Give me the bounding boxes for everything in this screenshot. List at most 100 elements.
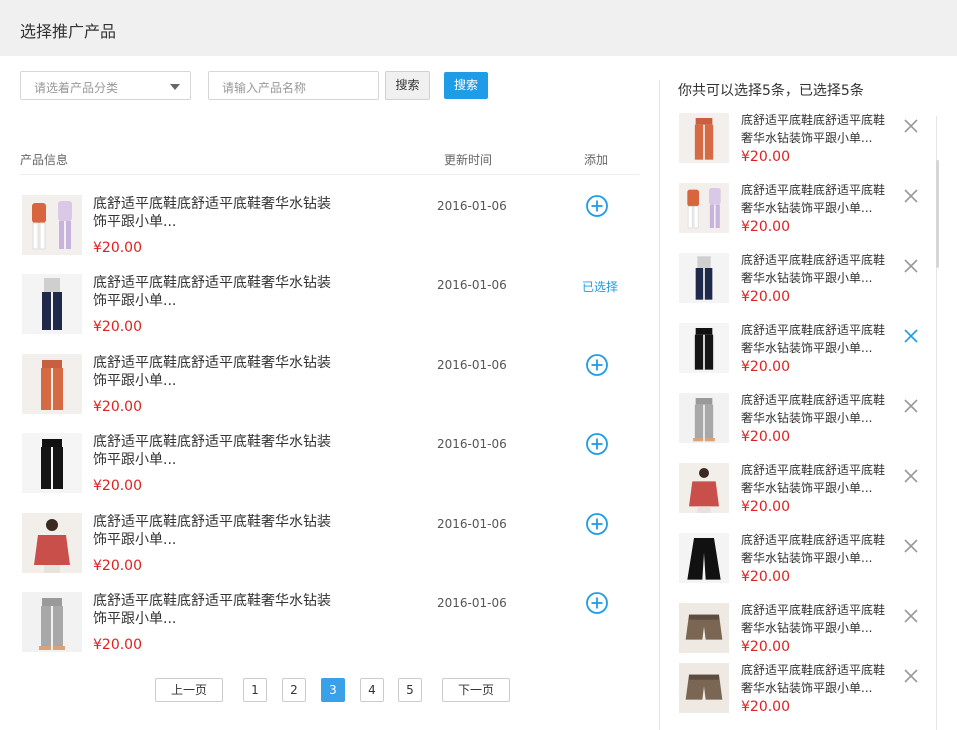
close-icon[interactable]	[904, 609, 918, 623]
selected-item-price: ¥20.00	[741, 359, 790, 375]
product-thumbnail[interactable]	[22, 195, 82, 255]
product-thumbnail[interactable]	[22, 433, 82, 493]
panel-scrollbar[interactable]	[936, 160, 939, 268]
chevron-down-icon	[170, 84, 180, 90]
product-price: ¥20.00	[93, 319, 142, 335]
product-name[interactable]: 底舒适平底鞋底舒适平底鞋奢华水钻装饰平跟小单...	[93, 513, 343, 549]
product-thumbnail[interactable]	[22, 592, 82, 652]
selected-item-thumbnail	[679, 533, 729, 583]
selected-status-label: 已选择	[582, 280, 619, 294]
panel-divider	[659, 80, 660, 730]
page-title: 选择推广产品	[20, 22, 117, 41]
selected-item: 底舒适平底鞋底舒适平底鞋奢华水钻装饰平跟小单... ¥20.00	[678, 663, 928, 723]
update-date: 2016-01-06	[437, 596, 507, 610]
close-icon[interactable]	[904, 189, 918, 203]
product-thumbnail[interactable]	[22, 354, 82, 414]
table-row: 底舒适平底鞋底舒适平底鞋奢华水钻装饰平跟小单... ¥20.00 2016-01-0…	[20, 513, 640, 583]
selected-item-name: 底舒适平底鞋底舒适平底鞋奢华水钻装饰平跟小单...	[741, 323, 886, 355]
product-name[interactable]: 底舒适平底鞋底舒适平底鞋奢华水钻装饰平跟小单...	[93, 354, 343, 390]
page-3-button[interactable]: 3	[321, 678, 345, 702]
page-header: 选择推广产品	[0, 0, 957, 56]
selected-item-price: ¥20.00	[741, 289, 790, 305]
selected-item: 底舒适平底鞋底舒适平底鞋奢华水钻装饰平跟小单... ¥20.00	[678, 603, 928, 663]
product-price: ¥20.00	[93, 558, 142, 574]
product-thumbnail[interactable]	[22, 513, 82, 573]
product-price: ¥20.00	[93, 399, 142, 415]
page-5-button[interactable]: 5	[398, 678, 422, 702]
product-thumbnail[interactable]	[22, 274, 82, 334]
close-icon[interactable]	[904, 399, 918, 413]
column-header-add: 添加	[584, 153, 609, 167]
close-icon[interactable]	[904, 119, 918, 133]
prev-page-button[interactable]: 上一页	[155, 678, 223, 702]
product-price: ¥20.00	[93, 240, 142, 256]
add-circle-icon[interactable]	[585, 353, 609, 377]
product-name-input[interactable]: 请输入产品名称	[208, 71, 379, 100]
selected-item-name: 底舒适平底鞋底舒适平底鞋奢华水钻装饰平跟小单...	[741, 183, 886, 215]
add-circle-icon[interactable]	[585, 432, 609, 456]
product-price: ¥20.00	[93, 637, 142, 653]
table-row: 底舒适平底鞋底舒适平底鞋奢华水钻装饰平跟小单... ¥20.00 2016-01-0…	[20, 354, 640, 424]
close-icon[interactable]	[904, 469, 918, 483]
table-header-divider	[20, 174, 639, 175]
product-name[interactable]: 底舒适平底鞋底舒适平底鞋奢华水钻装饰平跟小单...	[93, 433, 343, 469]
selected-item-thumbnail	[679, 323, 729, 373]
page-4-button[interactable]: 4	[360, 678, 384, 702]
category-select[interactable]: 请选着产品分类	[20, 71, 191, 100]
search-button-secondary[interactable]: 搜索	[385, 71, 430, 100]
selected-count-title: 你共可以选择5条，已选择5条	[678, 83, 864, 99]
add-circle-icon[interactable]	[585, 512, 609, 536]
product-name[interactable]: 底舒适平底鞋底舒适平底鞋奢华水钻装饰平跟小单...	[93, 592, 343, 628]
selected-item: 底舒适平底鞋底舒适平底鞋奢华水钻装饰平跟小单... ¥20.00	[678, 253, 928, 313]
column-header-info: 产品信息	[20, 153, 69, 167]
selected-item-thumbnail	[679, 663, 729, 713]
product-name[interactable]: 底舒适平底鞋底舒适平底鞋奢华水钻装饰平跟小单...	[93, 195, 343, 231]
selected-item-price: ¥20.00	[741, 639, 790, 655]
selected-item-price: ¥20.00	[741, 429, 790, 445]
add-circle-icon[interactable]	[585, 591, 609, 615]
table-row: 底舒适平底鞋底舒适平底鞋奢华水钻装饰平跟小单... ¥20.00 2016-01-0…	[20, 592, 640, 662]
selected-item-thumbnail	[679, 393, 729, 443]
product-price: ¥20.00	[93, 478, 142, 494]
update-date: 2016-01-06	[437, 278, 507, 292]
selected-item-name: 底舒适平底鞋底舒适平底鞋奢华水钻装饰平跟小单...	[741, 113, 886, 145]
update-date: 2016-01-06	[437, 199, 507, 213]
search-button-primary[interactable]: 搜索	[444, 72, 488, 99]
selected-item-thumbnail	[679, 253, 729, 303]
selected-item-price: ¥20.00	[741, 149, 790, 165]
selected-item-name: 底舒适平底鞋底舒适平底鞋奢华水钻装饰平跟小单...	[741, 663, 886, 695]
update-date: 2016-01-06	[437, 358, 507, 372]
selected-item-price: ¥20.00	[741, 219, 790, 235]
product-name-placeholder: 请输入产品名称	[222, 81, 307, 95]
page-1-button[interactable]: 1	[243, 678, 267, 702]
page-2-button[interactable]: 2	[282, 678, 306, 702]
table-row: 底舒适平底鞋底舒适平底鞋奢华水钻装饰平跟小单... ¥20.00 2016-01-0…	[20, 433, 640, 503]
selected-item-thumbnail	[679, 183, 729, 233]
update-date: 2016-01-06	[437, 437, 507, 451]
selected-item-name: 底舒适平底鞋底舒适平底鞋奢华水钻装饰平跟小单...	[741, 533, 886, 565]
selected-item: 底舒适平底鞋底舒适平底鞋奢华水钻装饰平跟小单... ¥20.00	[678, 183, 928, 243]
category-select-placeholder: 请选着产品分类	[34, 81, 119, 95]
selected-item-name: 底舒适平底鞋底舒适平底鞋奢华水钻装饰平跟小单...	[741, 603, 886, 635]
add-circle-icon[interactable]	[585, 194, 609, 218]
close-icon[interactable]	[904, 669, 918, 683]
selected-item-thumbnail	[679, 463, 729, 513]
column-header-time: 更新时间	[444, 153, 493, 167]
next-page-button[interactable]: 下一页	[442, 678, 510, 702]
selected-item-name: 底舒适平底鞋底舒适平底鞋奢华水钻装饰平跟小单...	[741, 253, 886, 285]
selected-item-price: ¥20.00	[741, 699, 790, 715]
table-row: 底舒适平底鞋底舒适平底鞋奢华水钻装饰平跟小单... ¥20.00 2016-01-0…	[20, 195, 640, 265]
product-name[interactable]: 底舒适平底鞋底舒适平底鞋奢华水钻装饰平跟小单...	[93, 274, 343, 310]
close-icon[interactable]	[904, 539, 918, 553]
close-icon[interactable]	[904, 259, 918, 273]
selected-item-name: 底舒适平底鞋底舒适平底鞋奢华水钻装饰平跟小单...	[741, 393, 886, 425]
close-icon[interactable]	[904, 329, 918, 343]
selected-item-thumbnail	[679, 603, 729, 653]
update-date: 2016-01-06	[437, 517, 507, 531]
selected-item: 底舒适平底鞋底舒适平底鞋奢华水钻装饰平跟小单... ¥20.00	[678, 323, 928, 383]
selected-item: 底舒适平底鞋底舒适平底鞋奢华水钻装饰平跟小单... ¥20.00	[678, 533, 928, 593]
selected-item: 底舒适平底鞋底舒适平底鞋奢华水钻装饰平跟小单... ¥20.00	[678, 393, 928, 453]
selected-item-price: ¥20.00	[741, 499, 790, 515]
selected-item: 底舒适平底鞋底舒适平底鞋奢华水钻装饰平跟小单... ¥20.00	[678, 113, 928, 173]
table-row: 底舒适平底鞋底舒适平底鞋奢华水钻装饰平跟小单... ¥20.00 2016-01-0…	[20, 274, 640, 344]
